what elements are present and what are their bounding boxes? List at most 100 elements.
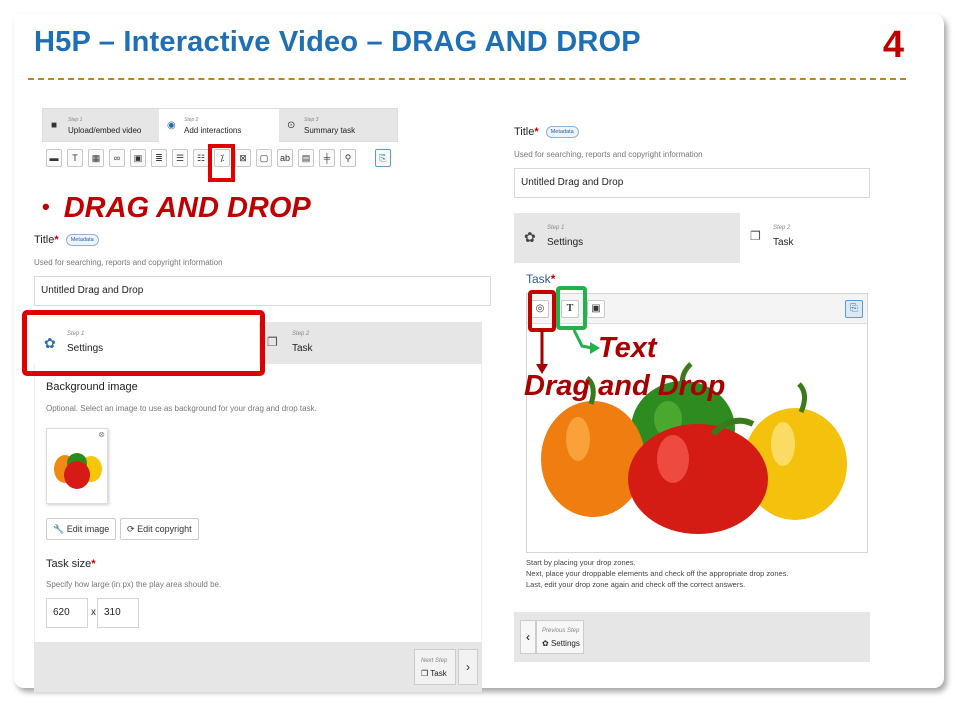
navigation-hotspot-icon[interactable]: ⚲ [340,149,356,167]
statements-icon[interactable]: ≣ [151,149,167,167]
task-size-label-text: Task size [46,558,92,570]
title-label-text: Title [514,126,535,138]
required-mark: * [54,234,59,246]
remove-image-icon[interactable]: ⊗ [98,430,105,439]
task-label-text: Task [526,272,551,286]
wrench-icon: 🔧 [53,524,65,534]
background-image-label: Background image [46,381,138,393]
previous-step-caption: Previous Step [542,628,580,634]
step-task-tab[interactable]: ❐ Step 2 Task [259,322,482,364]
task-size-label: Task size* [46,558,96,570]
drag-and-drop-button-highlight [208,144,235,182]
iv-step-upload[interactable]: ■ Step 1 Upload/embed video [43,109,159,143]
edit-image-label: Edit image [66,524,110,534]
check-circle-icon: ⊙ [287,120,296,131]
task-height-input[interactable]: 310 [97,598,139,628]
bullet-dot: • [42,194,50,219]
iv-step-add-interactions[interactable]: ◉ Step 2 Add interactions [159,109,279,143]
bullet-text: DRAG AND DROP [63,192,311,224]
paste-icon[interactable]: ⎘ [375,149,391,167]
drag-and-drop-annotation: Drag and Drop [524,370,726,402]
drag-text-icon[interactable]: ▢ [256,149,272,167]
image-icon[interactable]: ▣ [587,300,605,318]
slide-title: H5P – Interactive Video – DRAG AND DROP [34,26,641,58]
iv-step-label: Summary task [304,126,356,135]
next-step-button[interactable]: Next Step ❐ Task [414,649,456,685]
metadata-button[interactable]: Metadata [545,126,579,139]
step-task-tab[interactable]: ❐ Step 2 Task [740,213,870,263]
crossroads-icon[interactable]: ╪ [319,149,335,167]
title-field-label: Title* Metadata [34,234,99,247]
chevron-right-icon[interactable]: › [458,649,478,685]
title-field-label: Title* Metadata [514,126,579,139]
edit-copyright-button[interactable]: ⟳ Edit copyright [120,518,199,540]
text-icon[interactable]: T [67,149,83,167]
next-step-caption: Next Step [421,658,448,664]
instruction-line: Next, place your droppable elements and … [526,569,789,578]
video-camera-icon: ■ [51,120,58,131]
title-help-text: Used for searching, reports and copyrigh… [514,150,703,159]
instruction-line: Last, edit your drop zone again and chec… [526,580,746,589]
metadata-button[interactable]: Metadata [65,234,99,247]
task-instructions: Start by placing your drop zones. Next, … [526,557,789,590]
link-icon[interactable]: ∞ [109,149,125,167]
previous-step-label-text: Settings [550,639,580,648]
background-thumbnail[interactable]: ⊗ [46,428,108,504]
task-icon: ❐ [421,669,429,678]
label-icon[interactable]: ▬ [46,149,62,167]
fill-blanks-icon[interactable]: ab [277,149,293,167]
size-times-sign: x [91,607,96,618]
step-label: Settings [547,237,584,248]
slide-number: 4 [882,24,904,66]
task-field-label: Task* [526,272,555,286]
title-divider [28,78,906,80]
drag-drop-settings-editor: Title* Metadata Used for searching, repo… [34,232,492,692]
step-settings-tab[interactable]: ✿ Step 1 Settings [514,213,740,255]
multiple-choice-icon[interactable]: ☷ [193,149,209,167]
lightbulb-icon: ◉ [167,120,176,131]
text-button-highlight [556,286,587,330]
step-number: Step 2 [292,331,310,337]
dd-step-tabs: ✿ Step 1 Settings ❐ Step 2 Task [514,213,870,263]
summary-icon[interactable]: ▤ [298,149,314,167]
title-label-text: Title [34,234,55,246]
required-mark: * [91,558,96,570]
text-annotation: Text [598,332,657,364]
copyright-icon: ⟳ [127,524,135,534]
task-icon: ❐ [750,229,761,243]
gear-icon: ✿ [542,639,549,648]
interactive-video-editor: ■ Step 1 Upload/embed video ◉ Step 2 Add… [42,108,399,182]
iv-step-number: Step 1 [68,117,83,123]
task-size-help-text: Specify how large (in px) the play area … [46,580,222,589]
required-mark: * [534,126,539,138]
iv-step-label: Add interactions [184,126,242,135]
task-footer: ‹ Previous Step ✿ Settings [514,612,870,662]
task-width-input[interactable]: 620 [46,598,88,628]
chevron-left-icon[interactable]: ‹ [520,620,536,654]
bullet-heading: • DRAG AND DROP [42,192,311,225]
peppers-thumbnail-image [54,453,102,489]
step-label: Task [292,343,313,354]
gear-icon: ✿ [524,229,536,245]
step-number: Step 1 [547,225,565,231]
edit-image-button[interactable]: 🔧 Edit image [46,518,117,540]
previous-step-button[interactable]: Previous Step ✿ Settings [536,620,584,654]
title-input[interactable]: Untitled Drag and Drop [514,168,870,198]
task-icon: ❐ [267,335,278,349]
iv-step-tabs: ■ Step 1 Upload/embed video ◉ Step 2 Add… [42,108,399,143]
required-mark: * [550,272,556,286]
next-step-label-text: Task [430,669,447,678]
image-icon[interactable]: ▣ [130,149,146,167]
previous-step-label: ✿ Settings [542,639,580,648]
settings-footer: Next Step ❐ Task › [34,642,482,692]
instruction-line: Start by placing your drop zones. [526,558,636,567]
settings-body: Background image Optional. Select an ima… [34,364,482,642]
table-icon[interactable]: ▦ [88,149,104,167]
title-input[interactable]: Untitled Drag and Drop [34,276,491,306]
single-choice-icon[interactable]: ☰ [172,149,188,167]
paste-icon[interactable]: ⎘ [845,300,863,318]
next-step-label: ❐ Task [421,669,447,678]
settings-step-highlight [22,310,265,376]
mark-the-words-icon[interactable]: ⊠ [235,149,251,167]
iv-step-summary[interactable]: ⊙ Step 3 Summary task [279,109,399,143]
